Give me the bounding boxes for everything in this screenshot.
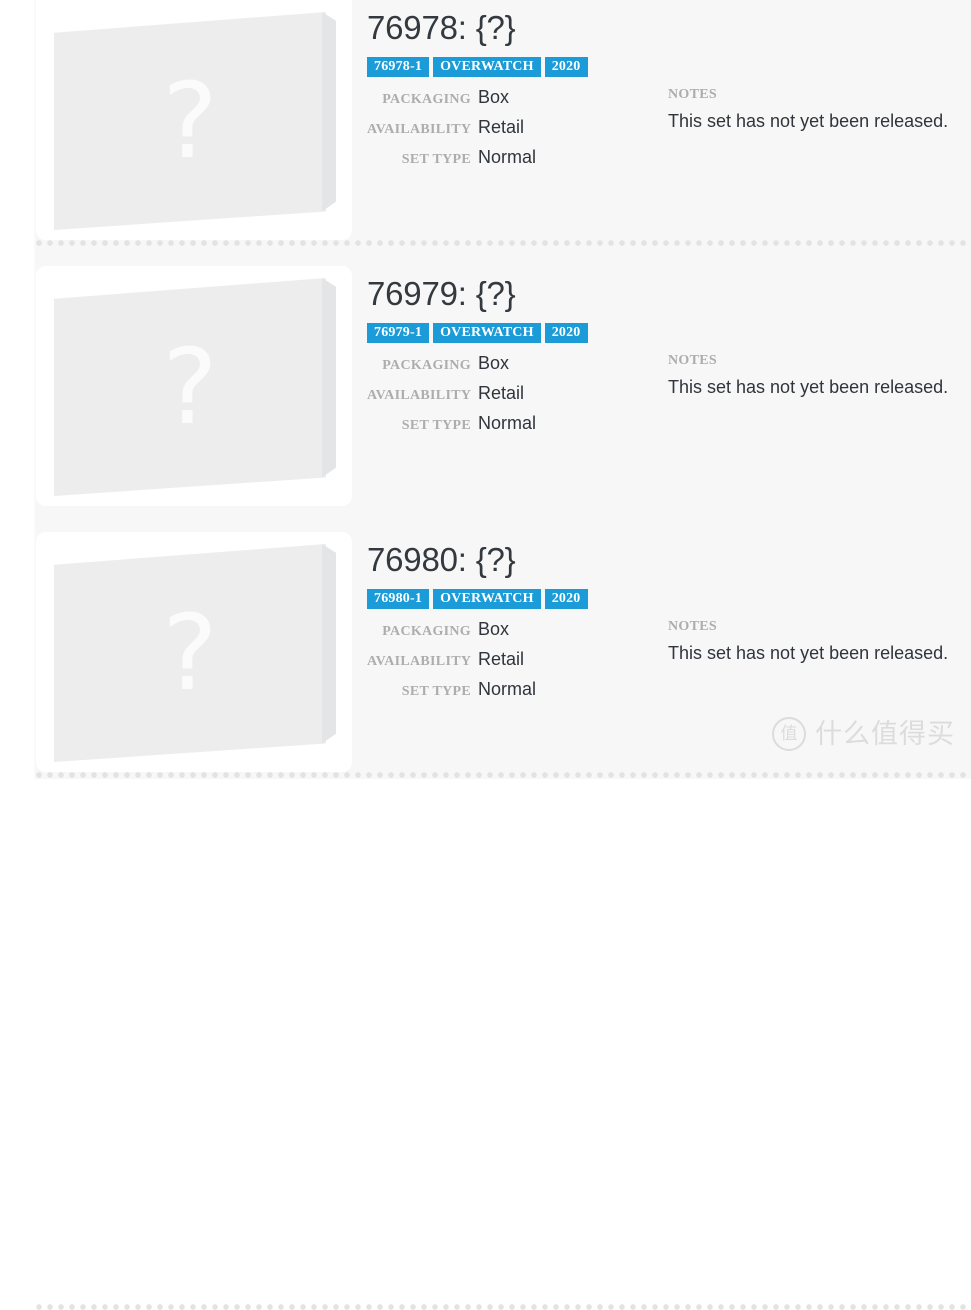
question-mark-glyph: ? (162, 592, 218, 714)
fact-value-notes: This set has not yet been released. (668, 643, 949, 663)
fact-label-availability: AVAILABILITY (367, 122, 472, 137)
fact-value-packaging: Box (478, 87, 510, 107)
set-title[interactable]: 76979: {?} (367, 274, 963, 314)
fact-label-notes: NOTES (668, 619, 717, 634)
facts-left-column: PACKAGING Box AVAILABILITY Retail SET TY… (367, 353, 617, 443)
fact-label-notes: NOTES (668, 87, 717, 102)
set-row[interactable]: ? 76980: {?} 76980-1 OVERWATCH 2020 PACK… (0, 532, 971, 1310)
set-facts: PACKAGING Box AVAILABILITY Retail SET TY… (367, 619, 963, 715)
fact-availability: AVAILABILITY Retail (367, 383, 617, 413)
fact-value-notes: This set has not yet been released. (668, 111, 949, 131)
unknown-box-placeholder-icon: ? (54, 544, 336, 762)
fact-value-availability: Retail (478, 649, 525, 669)
facts-right-column: NOTES This set has not yet been released… (668, 353, 963, 398)
fact-label-set-type: SET TYPE (401, 418, 471, 433)
fact-value-set-type: Normal (478, 147, 537, 167)
set-info: 76979: {?} 76979-1 OVERWATCH 2020 PACKAG… (367, 274, 963, 449)
set-badges: 76980-1 OVERWATCH 2020 (367, 589, 963, 609)
set-facts: PACKAGING Box AVAILABILITY Retail SET TY… (367, 87, 963, 183)
fact-value-availability: Retail (478, 383, 525, 403)
fact-packaging: PACKAGING Box (367, 353, 617, 383)
fact-label-set-type: SET TYPE (401, 152, 471, 167)
facts-left-column: PACKAGING Box AVAILABILITY Retail SET TY… (367, 87, 617, 177)
fact-availability: AVAILABILITY Retail (367, 649, 617, 679)
set-title[interactable]: 76980: {?} (367, 540, 963, 580)
watermark-text: 什么值得买 (815, 718, 955, 750)
fact-availability: AVAILABILITY Retail (367, 117, 617, 147)
badge-theme[interactable]: OVERWATCH (433, 323, 541, 343)
fact-label-notes: NOTES (668, 353, 717, 368)
fact-set-type: SET TYPE Normal (367, 413, 617, 443)
fact-value-set-type: Normal (478, 413, 537, 433)
site-watermark: 值 什么值得买 (772, 717, 955, 751)
set-image-panel[interactable]: ? (36, 0, 352, 240)
row-divider (36, 1304, 971, 1310)
facts-left-column: PACKAGING Box AVAILABILITY Retail SET TY… (367, 619, 617, 709)
fact-label-packaging: PACKAGING (382, 92, 471, 107)
fact-label-availability: AVAILABILITY (367, 388, 472, 403)
set-image-panel[interactable]: ? (36, 532, 352, 772)
set-info: 76978: {?} 76978-1 OVERWATCH 2020 PACKAG… (367, 8, 963, 183)
set-info: 76980: {?} 76980-1 OVERWATCH 2020 PACKAG… (367, 540, 963, 715)
fact-value-availability: Retail (478, 117, 525, 137)
badge-set-number[interactable]: 76978-1 (367, 57, 430, 77)
badge-year[interactable]: 2020 (544, 589, 588, 609)
facts-right-column: NOTES This set has not yet been released… (668, 87, 963, 132)
fact-set-type: SET TYPE Normal (367, 147, 617, 177)
set-row[interactable]: ? 76979: {?} 76979-1 OVERWATCH 2020 PACK… (0, 266, 971, 778)
set-image-panel[interactable]: ? (36, 266, 352, 506)
question-mark-glyph: ? (162, 60, 218, 182)
fact-packaging: PACKAGING Box (367, 619, 617, 649)
question-mark-glyph: ? (162, 326, 218, 448)
set-row[interactable]: ? 76978: {?} 76978-1 OVERWATCH 2020 PACK… (0, 0, 971, 266)
unknown-box-placeholder-icon: ? (54, 278, 336, 496)
fact-value-packaging: Box (478, 353, 510, 373)
fact-label-set-type: SET TYPE (401, 684, 471, 699)
fact-label-availability: AVAILABILITY (367, 654, 472, 669)
fact-value-packaging: Box (478, 619, 510, 639)
fact-label-packaging: PACKAGING (382, 624, 471, 639)
badge-set-number[interactable]: 76979-1 (367, 323, 430, 343)
set-title[interactable]: 76978: {?} (367, 8, 963, 48)
fact-packaging: PACKAGING Box (367, 87, 617, 117)
set-list-page: ? 76978: {?} 76978-1 OVERWATCH 2020 PACK… (0, 0, 971, 1310)
set-facts: PACKAGING Box AVAILABILITY Retail SET TY… (367, 353, 963, 449)
watermark-logo-icon: 值 (772, 717, 806, 751)
facts-right-column: NOTES This set has not yet been released… (668, 619, 963, 664)
fact-value-set-type: Normal (478, 679, 537, 699)
fact-set-type: SET TYPE Normal (367, 679, 617, 709)
set-badges: 76978-1 OVERWATCH 2020 (367, 57, 963, 77)
set-badges: 76979-1 OVERWATCH 2020 (367, 323, 963, 343)
badge-year[interactable]: 2020 (544, 57, 588, 77)
fact-label-packaging: PACKAGING (382, 358, 471, 373)
unknown-box-placeholder-icon: ? (54, 12, 336, 230)
row-divider (36, 240, 971, 246)
badge-set-number[interactable]: 76980-1 (367, 589, 430, 609)
badge-theme[interactable]: OVERWATCH (433, 589, 541, 609)
badge-theme[interactable]: OVERWATCH (433, 57, 541, 77)
badge-year[interactable]: 2020 (544, 323, 588, 343)
fact-value-notes: This set has not yet been released. (668, 377, 949, 397)
